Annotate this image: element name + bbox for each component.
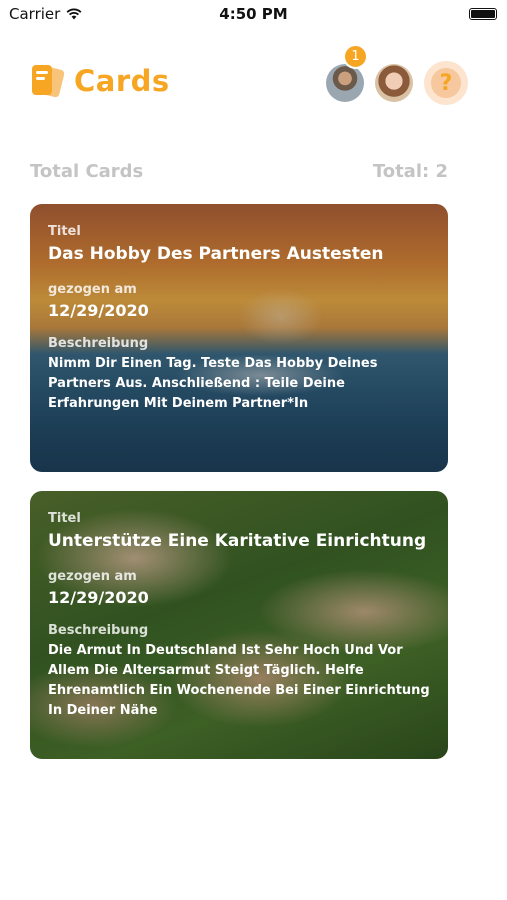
totals-row: Total Cards Total: 2: [30, 158, 448, 184]
app-logo: Cards: [30, 62, 170, 100]
card-title-label: Titel: [48, 224, 81, 239]
help-button[interactable]: ?: [424, 61, 468, 105]
partner-avatar[interactable]: [326, 64, 364, 102]
card-description: Nimm Dir Einen Tag. Teste Das Hobby Dein…: [48, 356, 378, 411]
help-icon: ?: [431, 68, 461, 98]
card-date-label: gezogen am: [48, 282, 137, 297]
card-title-label: Titel: [48, 511, 81, 526]
card-description: Die Armut In Deutschland Ist Sehr Hoch U…: [48, 643, 430, 718]
battery-level: [471, 10, 495, 18]
notification-badge: 1: [343, 44, 368, 69]
status-time: 4:50 PM: [219, 5, 288, 23]
card-content: Titel Unterstütze Eine Karitative Einric…: [48, 511, 430, 721]
battery-icon: [469, 8, 497, 20]
card-item[interactable]: Titel Das Hobby Des Partners Austesten g…: [30, 204, 448, 472]
app-header: Cards 1 ?: [0, 44, 507, 108]
user-avatar[interactable]: [375, 64, 413, 102]
card-description-label: Beschreibung: [48, 623, 149, 638]
status-bar: Carrier 4:50 PM: [0, 0, 507, 28]
card-content: Titel Das Hobby Des Partners Austesten g…: [48, 224, 430, 414]
card-description-label: Beschreibung: [48, 336, 149, 351]
card-item[interactable]: Titel Unterstütze Eine Karitative Einric…: [30, 491, 448, 759]
app-title: Cards: [74, 64, 170, 98]
card-date: 12/29/2020: [48, 301, 149, 320]
total-cards-label: Total Cards: [30, 160, 144, 182]
card-date-label: gezogen am: [48, 569, 137, 584]
card-title: Das Hobby Des Partners Austesten: [48, 244, 384, 264]
card-title: Unterstütze Eine Karitative Einrichtung: [48, 531, 427, 551]
cards-logo-icon: [32, 65, 65, 98]
card-date: 12/29/2020: [48, 588, 149, 607]
total-count: Total: 2: [372, 160, 448, 182]
